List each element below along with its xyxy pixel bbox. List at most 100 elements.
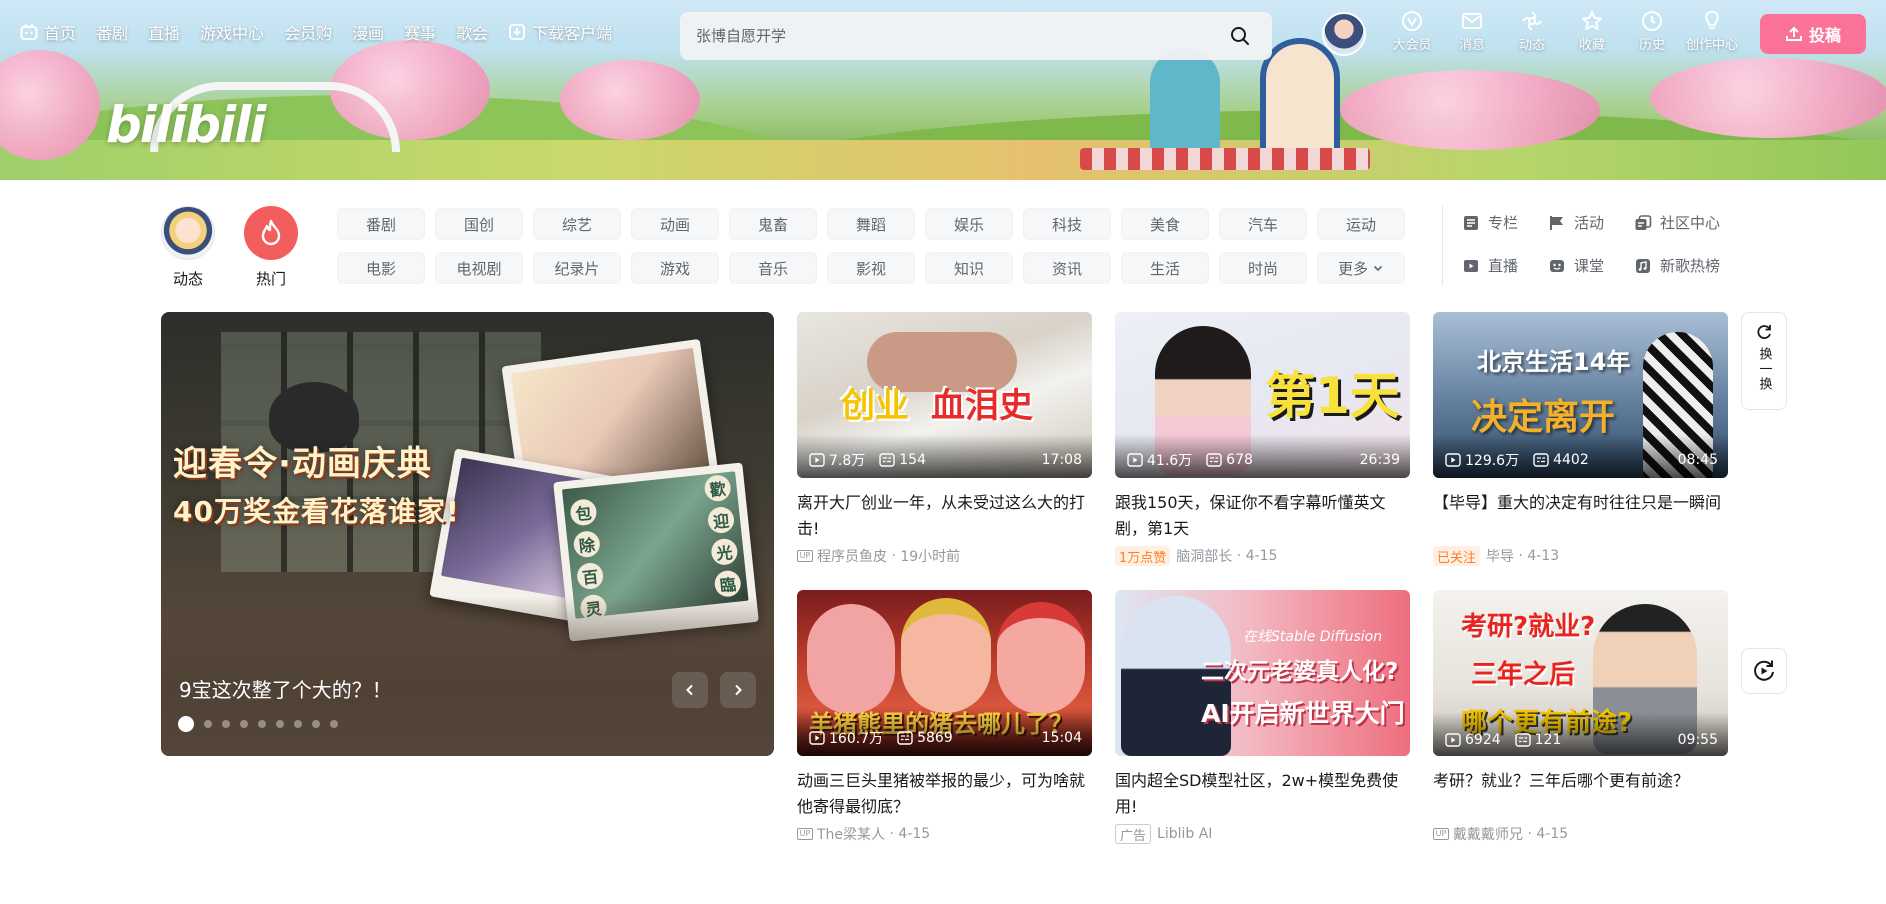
video-duration: 08:45	[1677, 452, 1718, 468]
nav-download-client[interactable]: 下载客户端	[508, 20, 612, 44]
video-card[interactable]: 羊猪熊里的猪去哪儿了？ 160.7万 5869 15:04 动画三巨头里猪被举报…	[797, 590, 1092, 844]
side-link-label: 专栏	[1488, 214, 1519, 232]
more-channels-button[interactable]: 更多	[1317, 252, 1405, 284]
channel-hot[interactable]: 热门	[243, 206, 299, 289]
channel-tag[interactable]: 鬼畜	[729, 208, 817, 240]
nav-live[interactable]: 直播	[148, 20, 180, 44]
video-title[interactable]: 跟我150天，保证你不看字幕听懂英文剧，第1天	[1115, 490, 1410, 542]
channel-tag[interactable]: 时尚	[1219, 252, 1307, 284]
channel-tag[interactable]: 资讯	[1023, 252, 1111, 284]
nav-vip[interactable]: 大会员	[1382, 10, 1442, 53]
channel-tag[interactable]: 音乐	[729, 252, 817, 284]
carousel-title[interactable]: 9宝这次整了个大的？！	[179, 674, 392, 703]
video-title[interactable]: 动画三巨头里猪被举报的最少，可为啥就他寄得最彻底？	[797, 768, 1092, 820]
channel-tag[interactable]: 美食	[1121, 208, 1209, 240]
carousel-next-button[interactable]	[720, 672, 756, 708]
carousel-prev-button[interactable]	[672, 672, 708, 708]
carousel-dot[interactable]	[178, 716, 194, 732]
side-link-community[interactable]: 社区中心	[1634, 212, 1744, 233]
carousel-dot[interactable]	[204, 720, 212, 728]
feed-replay-button[interactable]	[1741, 648, 1787, 694]
bilibili-logo[interactable]: bilibili	[106, 96, 266, 154]
classroom-icon	[1550, 259, 1564, 272]
channel-tag[interactable]: 运动	[1317, 208, 1405, 240]
carousel-dot[interactable]	[240, 720, 248, 728]
side-link-classroom[interactable]: 课堂	[1548, 255, 1634, 276]
carousel-dot[interactable]	[294, 720, 302, 728]
video-title[interactable]: 考研？就业？三年后哪个更有前途？	[1433, 768, 1728, 820]
channel-tag[interactable]: 电影	[337, 252, 425, 284]
ad-title[interactable]: 国内超全SD模型社区，2w+模型免费使用!	[1115, 768, 1410, 820]
chevron-down-icon	[1373, 265, 1383, 272]
nav-label: 歌会	[456, 24, 489, 43]
channel-tag[interactable]: 国创	[435, 208, 523, 240]
side-link-music-chart[interactable]: 新歌热榜	[1634, 255, 1744, 276]
nav-manga[interactable]: 漫画	[352, 20, 384, 44]
video-author[interactable]: 戴戴戴师兄	[1453, 824, 1523, 844]
video-thumbnail[interactable]: 北京生活14年 决定离开 129.6万 4402 08:45	[1433, 312, 1728, 478]
thumb-caption: 第1天	[1265, 367, 1400, 425]
ad-thumbnail[interactable]: 在线Stable Diffusion 二次元老婆真人化? AI开启新世界大门	[1115, 590, 1410, 756]
channel-tag[interactable]: 生活	[1121, 252, 1209, 284]
channel-tag[interactable]: 电视剧	[435, 252, 523, 284]
banner-carousel[interactable]: 包 除 百 灵 歡 迎 光 臨 迎春令·动画庆典 40万奖金看花落谁家! 9宝这…	[161, 312, 774, 756]
refresh-icon	[1757, 325, 1771, 339]
channel-tag[interactable]: 知识	[925, 252, 1013, 284]
channel-tag[interactable]: 影视	[827, 252, 915, 284]
ad-advertiser[interactable]: Liblib AI	[1157, 826, 1212, 842]
search-button[interactable]	[1224, 20, 1256, 52]
channel-tag[interactable]: 番剧	[337, 208, 425, 240]
nav-message[interactable]: 消息	[1442, 10, 1502, 53]
video-card[interactable]: 创业 血泪史 7.8万 154 17:08 离开大厂创业一年，从未受过这么大的打…	[797, 312, 1092, 566]
search-input[interactable]	[696, 27, 1224, 45]
channel-tag[interactable]: 纪录片	[533, 252, 621, 284]
nav-history[interactable]: 历史	[1622, 10, 1682, 53]
channel-tag[interactable]: 娱乐	[925, 208, 1013, 240]
side-link-live[interactable]: 直播	[1462, 255, 1548, 276]
refresh-feed-button[interactable]: 换一换	[1741, 312, 1787, 410]
nav-creator-center[interactable]: 创作中心	[1682, 10, 1742, 53]
video-author[interactable]: 毕导	[1486, 546, 1514, 566]
vip-icon	[1402, 11, 1422, 31]
carousel-dot[interactable]	[312, 720, 320, 728]
carousel-dot[interactable]	[258, 720, 266, 728]
video-title[interactable]: 离开大厂创业一年，从未受过这么大的打击!	[797, 490, 1092, 542]
video-card[interactable]: 北京生活14年 决定离开 129.6万 4402 08:45 【毕导】重大的决定…	[1433, 312, 1728, 566]
nav-game-center[interactable]: 游戏中心	[200, 20, 264, 44]
danmaku-icon	[1206, 453, 1222, 467]
ad-card[interactable]: 在线Stable Diffusion 二次元老婆真人化? AI开启新世界大门 国…	[1115, 590, 1410, 844]
nav-dynamic[interactable]: 动态	[1502, 10, 1562, 53]
video-card[interactable]: 考研?就业? 三年之后 哪个更有前途? 6924 121 09:55 考研？就业…	[1433, 590, 1728, 844]
video-thumbnail[interactable]: 创业 血泪史 7.8万 154 17:08	[797, 312, 1092, 478]
carousel-dot[interactable]	[330, 720, 338, 728]
side-link-column[interactable]: 专栏	[1462, 212, 1548, 233]
channel-tag[interactable]: 游戏	[631, 252, 719, 284]
nav-favorite[interactable]: 收藏	[1562, 10, 1622, 53]
nav-mall[interactable]: 会员购	[284, 20, 332, 44]
carousel-dot[interactable]	[276, 720, 284, 728]
channel-dynamic[interactable]: 动态	[160, 206, 216, 289]
channel-tag[interactable]: 科技	[1023, 208, 1111, 240]
video-thumbnail[interactable]: 羊猪熊里的猪去哪儿了？ 160.7万 5869 15:04	[797, 590, 1092, 756]
channel-tag[interactable]: 汽车	[1219, 208, 1307, 240]
video-author[interactable]: 脑洞部长	[1176, 546, 1232, 566]
carousel-dot[interactable]	[222, 720, 230, 728]
upload-button[interactable]: 投稿	[1760, 14, 1866, 54]
nav-concert[interactable]: 歌会	[456, 20, 488, 44]
nav-anime[interactable]: 番剧	[96, 20, 128, 44]
video-thumbnail[interactable]: 考研?就业? 三年之后 哪个更有前途? 6924 121 09:55	[1433, 590, 1728, 756]
video-card[interactable]: 第1天 41.6万 678 26:39 跟我150天，保证你不看字幕听懂英文剧，…	[1115, 312, 1410, 566]
channel-tag[interactable]: 动画	[631, 208, 719, 240]
video-author[interactable]: 程序员鱼皮	[817, 546, 887, 566]
user-avatar[interactable]	[1322, 12, 1366, 56]
nav-esports[interactable]: 赛事	[404, 20, 436, 44]
video-thumbnail[interactable]: 第1天 41.6万 678 26:39	[1115, 312, 1410, 478]
channel-tag[interactable]: 舞蹈	[827, 208, 915, 240]
side-link-activity[interactable]: 活动	[1548, 212, 1634, 233]
video-title[interactable]: 【毕导】重大的决定有时往往只是一瞬间	[1433, 490, 1728, 542]
community-icon	[1635, 214, 1652, 230]
nav-home[interactable]: 首页	[20, 20, 76, 44]
channel-tag[interactable]: 综艺	[533, 208, 621, 240]
video-author[interactable]: The梁某人	[817, 824, 885, 844]
music-chart-icon	[1636, 258, 1650, 273]
